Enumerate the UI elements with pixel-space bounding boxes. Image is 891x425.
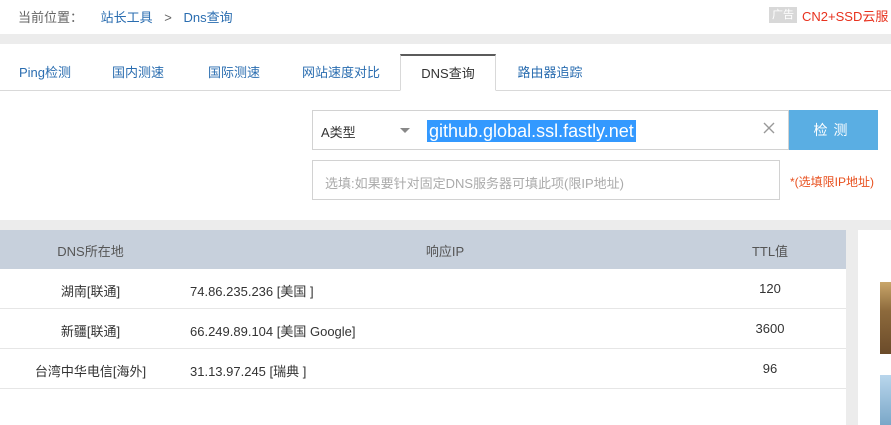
caret-down-icon [400, 128, 410, 133]
breadcrumb-bar: 当前位置： 站长工具 > Dns查询 广告 CN2+SSD云服 [0, 0, 891, 34]
dns-server-input[interactable]: 选填:如果要针对固定DNS服务器可填此项(限IP地址) [312, 160, 780, 200]
cell-ttl: 96 [762, 361, 778, 376]
cell-location: 新疆[联通] [60, 324, 121, 339]
table-row: 新疆[联通] 66.249.89.104 [美国 Google] 3600 [0, 309, 846, 349]
ad-link[interactable]: CN2+SSD云服 [802, 6, 888, 25]
header-ttl: TTL值 [751, 244, 789, 259]
tab-site-speed-compare[interactable]: 网站速度对比 [282, 55, 400, 91]
header-response-ip: 响应IP [425, 244, 465, 259]
tab-traceroute[interactable]: 路由器追踪 [496, 55, 604, 91]
detect-button[interactable]: 检测 [789, 110, 878, 150]
tool-tabs: Ping检测 国内测速 国际测速 网站速度对比 DNS查询 路由器追踪 [0, 54, 891, 91]
header-dns-location: DNS所在地 [57, 244, 124, 259]
tab-domestic-speed[interactable]: 国内测速 [90, 55, 186, 91]
ad-thumbnail[interactable] [880, 375, 891, 425]
cell-ip: 31.13.97.245 [瑞典 ] [190, 364, 307, 379]
cell-ip: 74.86.235.236 [美国 ] [190, 284, 314, 299]
tab-dns-query[interactable]: DNS查询 [400, 54, 496, 91]
side-gutter [846, 230, 858, 425]
divider [0, 220, 891, 230]
cell-location: 台湾中华电信[海外] [34, 364, 147, 379]
dns-server-placeholder: 选填:如果要针对固定DNS服务器可填此项(限IP地址) [325, 176, 625, 191]
breadcrumb-link-tools[interactable]: 站长工具 [101, 10, 153, 25]
tab-international-speed[interactable]: 国际测速 [186, 55, 282, 91]
close-icon[interactable] [761, 120, 777, 136]
breadcrumb-link-dns[interactable]: Dns查询 [184, 10, 233, 25]
domain-input[interactable]: github.global.ssl.fastly.net [417, 110, 789, 150]
cell-ttl: 120 [759, 281, 781, 296]
domain-input-value: github.global.ssl.fastly.net [427, 120, 636, 142]
record-type-select[interactable]: A类型 [312, 110, 418, 150]
table-row: 台湾中华电信[海外] 31.13.97.245 [瑞典 ] 96 [0, 349, 846, 389]
cell-location: 湖南[联通] [60, 284, 121, 299]
cell-ttl: 3600 [755, 321, 785, 336]
breadcrumb-separator: > [164, 10, 172, 25]
record-type-value: A类型 [321, 125, 356, 140]
cell-ip: 66.249.89.104 [美国 Google] [190, 324, 356, 339]
results-table: DNS所在地 响应IP TTL值 湖南[联通] 74.86.235.236 [美… [0, 230, 846, 389]
breadcrumb: 当前位置： 站长工具 > Dns查询 [18, 7, 233, 26]
ad-badge: 广告 [769, 7, 797, 23]
ad-thumbnail[interactable] [880, 282, 891, 354]
breadcrumb-prefix: 当前位置： [18, 10, 84, 25]
dns-server-hint: *(选填限IP地址) [790, 175, 875, 189]
tab-ping[interactable]: Ping检测 [0, 55, 90, 91]
table-row: 湖南[联通] 74.86.235.236 [美国 ] 120 [0, 269, 846, 309]
table-header: DNS所在地 响应IP TTL值 [0, 230, 846, 269]
divider [0, 34, 891, 44]
